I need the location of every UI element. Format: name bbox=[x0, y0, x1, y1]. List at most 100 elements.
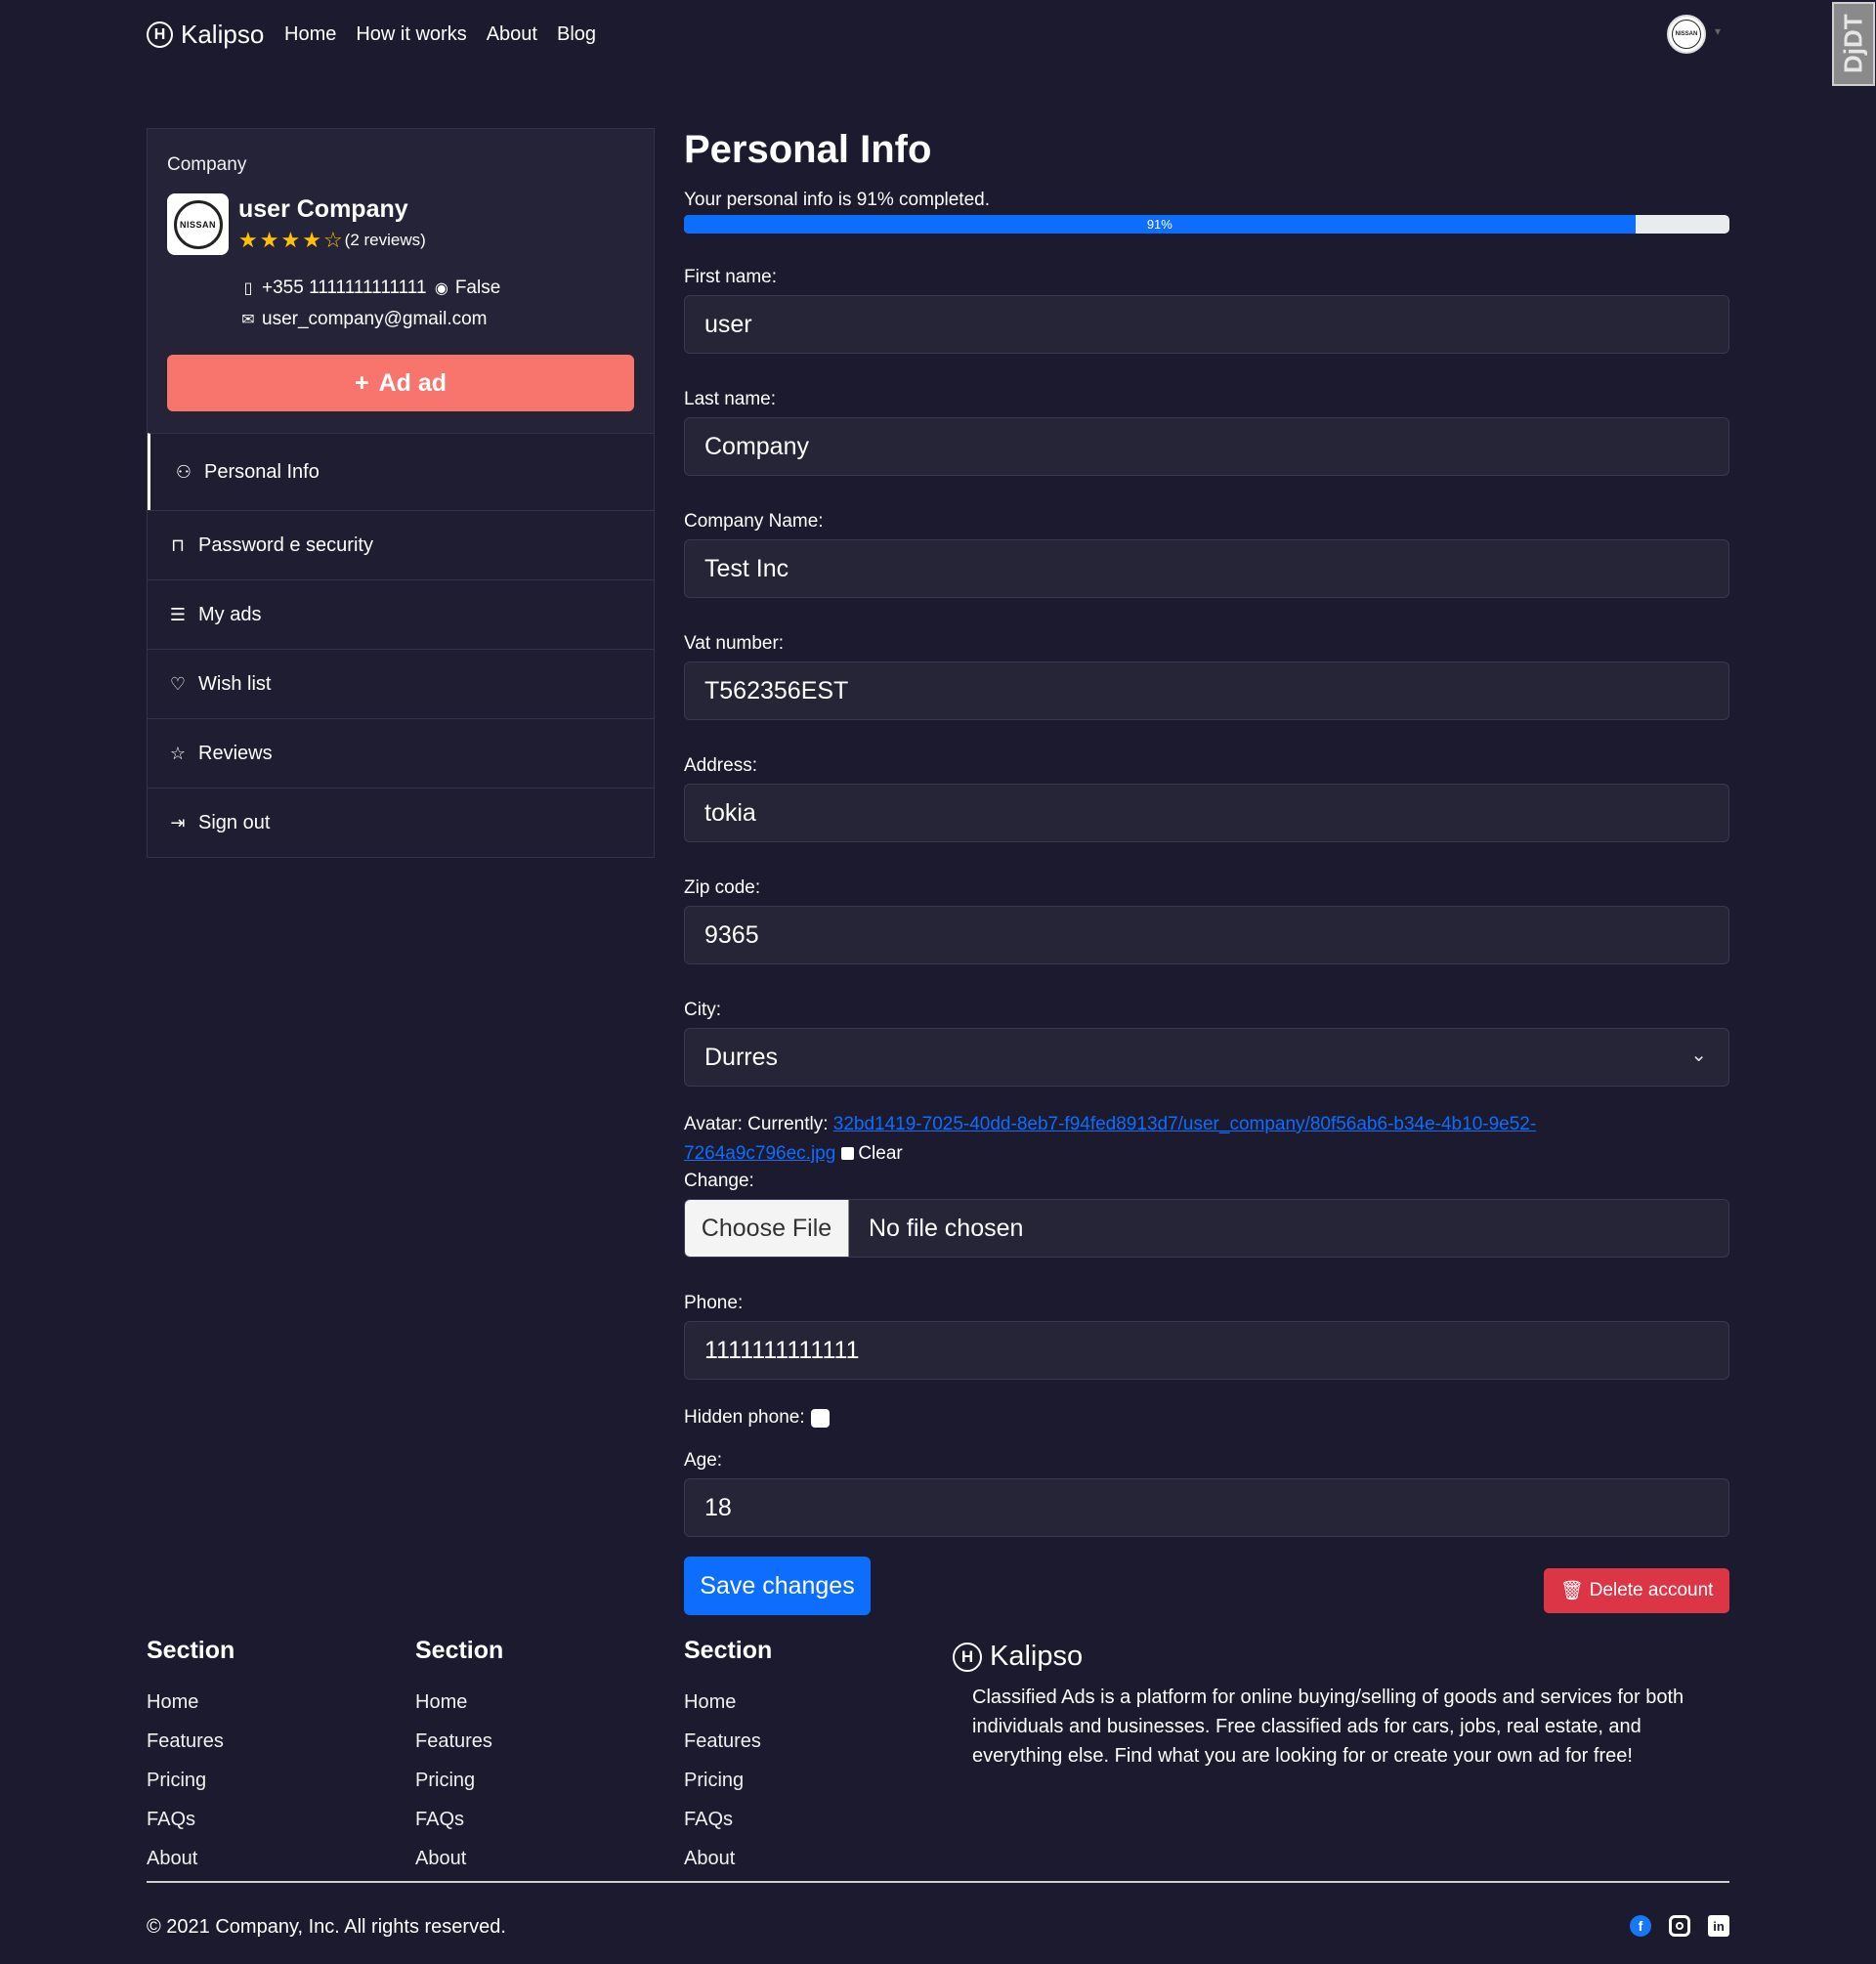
zip-code-input[interactable]: 9365 bbox=[684, 906, 1729, 964]
age-input[interactable]: 18 bbox=[684, 1478, 1729, 1537]
add-ad-label: Ad ad bbox=[378, 368, 448, 397]
city-selected-value: Durres bbox=[704, 1043, 779, 1071]
vat-number-input[interactable]: T562356EST bbox=[684, 662, 1729, 720]
chevron-down-icon[interactable]: ▾ bbox=[1715, 24, 1721, 38]
footer-link-pricing[interactable]: Pricing bbox=[415, 1761, 503, 1800]
choose-file-button[interactable]: Choose File bbox=[685, 1200, 849, 1257]
footer-link-faqs[interactable]: FAQs bbox=[147, 1800, 234, 1839]
first-name-label: First name: bbox=[684, 267, 778, 287]
address-input[interactable]: tokia bbox=[684, 784, 1729, 842]
star-filled-icon: ★ bbox=[280, 228, 301, 252]
sidebar-item-label: Wish list bbox=[198, 672, 272, 695]
star-filled-icon: ★ bbox=[238, 228, 258, 252]
nav-link-blog[interactable]: Blog bbox=[557, 23, 596, 46]
linkedin-icon[interactable]: in bbox=[1708, 1915, 1729, 1937]
address-label: Address: bbox=[684, 755, 757, 776]
debug-toolbar-handle[interactable]: DjDT bbox=[1832, 2, 1875, 86]
nav-link-how-it-works[interactable]: How it works bbox=[356, 23, 466, 46]
hidden-phone-checkbox[interactable] bbox=[810, 1408, 830, 1428]
zip-code-label: Zip code: bbox=[684, 877, 761, 898]
vat-number-label: Vat number: bbox=[684, 633, 785, 654]
footer-link-about[interactable]: About bbox=[147, 1839, 234, 1878]
brand-logo[interactable]: H Kalipso bbox=[147, 20, 264, 50]
footer-section-title: Section bbox=[684, 1637, 773, 1664]
sign-out-icon: ⇥ bbox=[170, 812, 186, 833]
sidebar-item-reviews[interactable]: ☆ Reviews bbox=[148, 718, 654, 788]
progress-bar: 91% bbox=[684, 215, 1729, 234]
clear-avatar-checkbox[interactable] bbox=[841, 1147, 855, 1161]
footer-link-features[interactable]: Features bbox=[415, 1722, 503, 1761]
lock-icon: ⊓ bbox=[170, 534, 186, 555]
company-header: NISSAN user Company ★ ★ ★ ★ ☆ (2 reviews… bbox=[167, 193, 634, 255]
brand-name: Kalipso bbox=[181, 20, 265, 49]
footer-description: Classified Ads is a platform for online … bbox=[972, 1686, 1684, 1767]
first-name-input[interactable]: user bbox=[684, 295, 1729, 354]
star-filled-icon: ★ bbox=[259, 228, 279, 252]
person-icon: ⚇ bbox=[175, 461, 192, 482]
avatar-file-input[interactable]: Choose File No file chosen bbox=[684, 1199, 1729, 1258]
footer-link-about[interactable]: About bbox=[415, 1839, 503, 1878]
facebook-icon[interactable]: f bbox=[1630, 1915, 1651, 1937]
city-select[interactable]: Durres ⌄ bbox=[684, 1028, 1729, 1087]
eye-icon: ◉ bbox=[434, 280, 448, 297]
user-avatar-menu[interactable]: NISSAN bbox=[1667, 15, 1706, 54]
footer-link-pricing[interactable]: Pricing bbox=[147, 1761, 234, 1800]
sidebar-item-my-ads[interactable]: ☰ My ads bbox=[148, 579, 654, 649]
sidebar-item-sign-out[interactable]: ⇥ Sign out bbox=[148, 788, 654, 857]
sidebar-item-label: Sign out bbox=[198, 811, 271, 833]
footer-brand-name: Kalipso bbox=[990, 1641, 1084, 1672]
form-actions: Save changes 🗑 Delete account bbox=[684, 1557, 1729, 1615]
phone-icon: ▯ bbox=[243, 280, 253, 297]
add-ad-button[interactable]: + Ad ad bbox=[167, 355, 634, 411]
save-changes-button[interactable]: Save changes bbox=[684, 1557, 871, 1615]
delete-account-button[interactable]: 🗑 Delete account bbox=[1544, 1568, 1729, 1613]
change-label: Change: bbox=[684, 1171, 754, 1191]
last-name-input[interactable]: Company bbox=[684, 417, 1729, 476]
sidebar-item-personal-info[interactable]: ⚇ Personal Info bbox=[148, 433, 654, 510]
footer-link-faqs[interactable]: FAQs bbox=[684, 1800, 772, 1839]
review-count: (2 reviews) bbox=[344, 231, 426, 249]
footer-link-features[interactable]: Features bbox=[147, 1722, 234, 1761]
progress-bar-fill: 91% bbox=[684, 215, 1636, 234]
footer-link-home[interactable]: Home bbox=[147, 1683, 234, 1722]
footer-link-features[interactable]: Features bbox=[684, 1722, 772, 1761]
list-icon: ☰ bbox=[169, 604, 187, 624]
top-navbar: H Kalipso Home How it works About Blog N… bbox=[0, 0, 1876, 86]
brand-icon: H bbox=[953, 1642, 982, 1672]
contact-info: ▯ +355 1111111111111 ◉ False ✉ user_company… bbox=[238, 273, 634, 335]
instagram-icon[interactable] bbox=[1669, 1915, 1690, 1937]
footer-link-faqs[interactable]: FAQs bbox=[415, 1800, 503, 1839]
avatar-link-text-1: 32bd1419-7025-40dd-8eb7-f94fed8913d7/use… bbox=[832, 1114, 1537, 1134]
sidebar-item-password-security[interactable]: ⊓ Password e security bbox=[148, 510, 654, 579]
company-logo: NISSAN bbox=[167, 193, 229, 255]
city-label: City: bbox=[684, 1000, 721, 1020]
nav-link-home[interactable]: Home bbox=[284, 23, 336, 46]
footer-brand[interactable]: H Kalipso bbox=[953, 1641, 1734, 1673]
company-name-label: Company Name: bbox=[684, 511, 824, 532]
account-sidebar: Company NISSAN user Company ★ ★ ★ ★ ☆ (2… bbox=[147, 128, 655, 858]
avatar-current: Avatar: Currently: 32bd1419-7025-40dd-8e… bbox=[684, 1110, 1729, 1169]
footer-column: Section Home Features Pricing FAQs About bbox=[684, 1637, 772, 1878]
avatar-label: Avatar: Currently: bbox=[684, 1114, 829, 1134]
rating-stars: ★ ★ ★ ★ ☆ (2 reviews) bbox=[238, 228, 426, 253]
avatar-logo: NISSAN bbox=[1672, 20, 1701, 49]
company-name-input[interactable]: Test Inc bbox=[684, 539, 1729, 598]
contact-phone: +355 1111111111111 bbox=[262, 278, 427, 298]
phone-input[interactable]: 1111111111111 bbox=[684, 1321, 1729, 1380]
sidebar-item-wish-list[interactable]: ♡ Wish list bbox=[148, 649, 654, 718]
phone-label: Phone: bbox=[684, 1293, 744, 1313]
trash-icon: 🗑 bbox=[1559, 1581, 1584, 1601]
heart-icon: ♡ bbox=[169, 673, 187, 694]
footer-link-pricing[interactable]: Pricing bbox=[684, 1761, 772, 1800]
footer-divider bbox=[147, 1881, 1729, 1883]
footer-link-home[interactable]: Home bbox=[415, 1683, 503, 1722]
sidebar-item-label: My ads bbox=[198, 603, 262, 625]
footer-link-home[interactable]: Home bbox=[684, 1683, 772, 1722]
sidebar-item-label: Password e security bbox=[198, 534, 373, 556]
footer-link-about[interactable]: About bbox=[684, 1839, 772, 1878]
nav-link-about[interactable]: About bbox=[487, 23, 537, 46]
role-label: Company bbox=[167, 154, 247, 175]
clear-label: Clear bbox=[858, 1143, 903, 1164]
footer-section-title: Section bbox=[147, 1637, 235, 1664]
personal-info-form: Personal Info Your personal info is 91% … bbox=[684, 128, 1729, 1615]
